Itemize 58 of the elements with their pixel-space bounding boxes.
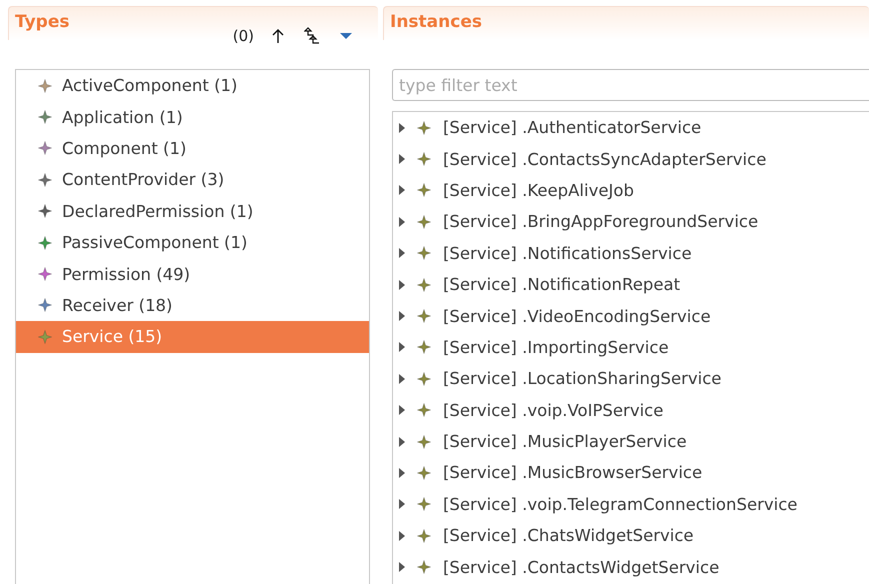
expand-arrow-icon[interactable] <box>397 185 407 196</box>
diamond-icon <box>417 214 431 229</box>
type-item[interactable]: Application (1) <box>16 101 369 133</box>
instance-item[interactable]: [Service] .ContactsSyncAdapterService <box>443 150 766 169</box>
expand-arrow-icon[interactable] <box>397 248 407 258</box>
instance-item[interactable]: [Service] .MusicBrowserService <box>443 463 702 482</box>
instance-item[interactable]: [Service] .MusicPlayerService <box>443 432 687 452</box>
instance-item[interactable]: [Service] .voip.VoIPService <box>443 400 664 420</box>
diamond-icon <box>417 434 431 449</box>
panel-title: Types <box>15 12 70 32</box>
expand-arrow-icon[interactable] <box>397 436 407 447</box>
expand-arrow-icon[interactable] <box>397 530 407 541</box>
expand-arrow-icon[interactable] <box>397 311 407 322</box>
instance-item[interactable]: [Service] .voip.TelegramConnectionService <box>443 494 798 514</box>
type-item[interactable]: ActiveComponent (1) <box>16 70 369 102</box>
diamond-icon <box>417 403 431 418</box>
diamond-icon <box>417 152 431 166</box>
diamond-icon <box>417 120 431 135</box>
expand-arrow-icon[interactable] <box>397 562 407 572</box>
expand-arrow-icon[interactable] <box>397 216 407 227</box>
diamond-icon <box>417 340 431 354</box>
type-item[interactable]: ContentProvider (3) <box>16 164 369 196</box>
hierarchy-arrows-icon[interactable] <box>302 26 322 46</box>
count-label: (0) <box>232 27 254 45</box>
diamond-icon <box>417 372 431 386</box>
instance-item[interactable]: [Service] .ContactsWidgetService <box>443 558 720 577</box>
instance-item[interactable]: [Service] .LocationSharingService <box>443 369 722 388</box>
instance-item[interactable]: [Service] .NotificationRepeat <box>443 275 680 294</box>
diamond-icon <box>417 278 431 292</box>
instance-item[interactable]: [Service] .VideoEncodingService <box>443 306 711 326</box>
instance-item[interactable]: [Service] .KeepAliveJob <box>443 180 634 200</box>
diamond-icon <box>417 466 431 480</box>
diamond-icon <box>417 528 431 543</box>
expand-arrow-icon[interactable] <box>397 342 407 352</box>
type-item[interactable]: Component (1) <box>16 132 369 164</box>
expand-arrow-icon[interactable] <box>397 122 407 133</box>
diamond-icon <box>417 497 431 512</box>
expand-arrow-icon[interactable] <box>397 374 407 384</box>
instance-item[interactable]: [Service] .ImportingService <box>443 338 669 357</box>
diamond-icon <box>417 183 431 198</box>
expand-arrow-icon[interactable] <box>397 154 407 164</box>
instance-item[interactable]: [Service] .BringAppForegroundService <box>443 212 758 232</box>
type-item[interactable]: Permission (49) <box>16 258 369 290</box>
instance-item[interactable]: [Service] .ChatsWidgetService <box>443 526 694 546</box>
expand-arrow-icon[interactable] <box>397 280 407 290</box>
expand-arrow-icon[interactable] <box>397 499 407 510</box>
expand-arrow-icon[interactable] <box>397 468 407 478</box>
panel-title: Instances <box>390 12 482 32</box>
filter-field[interactable]: type filter text <box>392 69 869 101</box>
type-item[interactable]: Receiver (18) <box>16 290 369 322</box>
expand-arrow-icon[interactable] <box>397 405 407 416</box>
type-item[interactable]: DeclaredPermission (1) <box>16 196 369 227</box>
instance-item[interactable]: [Service] .NotificationsService <box>443 244 692 263</box>
diamond-icon <box>417 560 431 574</box>
instance-item[interactable]: [Service] .AuthenticatorService <box>443 118 702 138</box>
type-item[interactable]: PassiveComponent (1) <box>16 226 369 258</box>
diamond-icon <box>417 309 431 324</box>
diamond-icon <box>417 246 431 260</box>
